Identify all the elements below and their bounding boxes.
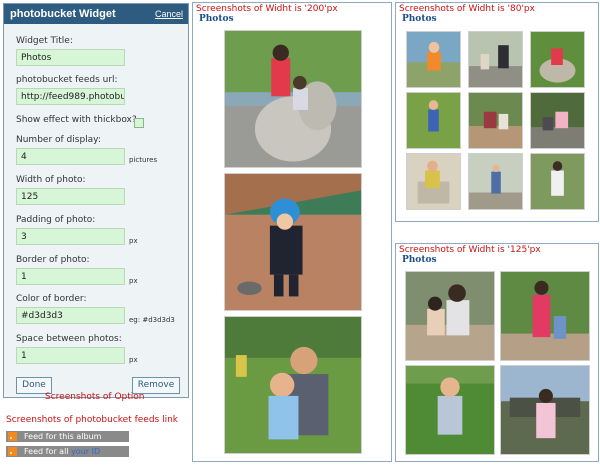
photo-125-1[interactable] <box>405 271 495 361</box>
widget-title: photobucket Widget <box>10 8 116 20</box>
feeds-url-label: photobucket feeds url: <box>16 75 118 85</box>
photo-80-2[interactable] <box>468 31 523 88</box>
panel-80-heading: Photos <box>402 14 437 24</box>
panel-200px: Screenshots of Widht is '200'px Photos <box>192 2 392 462</box>
feeds-caption: Screenshots of photobucket feeds link <box>6 415 179 425</box>
panel-125-caption: Screenshots of Widht is '125'px <box>399 245 541 255</box>
space-photos-input[interactable]: 1 <box>16 347 125 364</box>
thickbox-checkbox[interactable] <box>134 118 144 128</box>
width-photo-label: Width of photo: <box>16 175 86 185</box>
widget-title-label: Widget Title: <box>16 36 73 46</box>
feed-content-suffix: content <box>24 458 55 467</box>
photo-125-4[interactable] <box>500 365 590 455</box>
panel-80-caption: Screenshots of Widht is '80'px <box>399 4 535 14</box>
feed-content-label: Feed for all your ID content <box>24 446 129 468</box>
panel-200-heading: Photos <box>199 14 234 24</box>
option-caption: Screenshots of Option <box>45 392 145 402</box>
photo-200-2[interactable] <box>224 173 362 311</box>
space-photos-unit: px <box>129 356 138 364</box>
border-color-unit: eg: #d3d3d3 <box>129 316 175 324</box>
number-display-input[interactable]: 4 <box>16 148 125 165</box>
panel-125px: Screenshots of Widht is '125'px Photos <box>395 243 599 462</box>
border-photo-unit: px <box>129 277 138 285</box>
cancel-link[interactable]: Cancel <box>155 9 183 19</box>
feed-content-highlight: your ID <box>71 447 101 456</box>
widget-title-input[interactable]: Photos <box>16 49 125 66</box>
feed-content-link[interactable]: Feed for all your ID content <box>6 446 129 467</box>
photo-80-1[interactable] <box>406 31 461 88</box>
feed-album-label: Feed for this album <box>24 432 102 441</box>
photo-80-5[interactable] <box>468 92 523 149</box>
border-color-label: Color of border: <box>16 294 87 304</box>
photo-80-4[interactable] <box>406 92 461 149</box>
photo-80-8[interactable] <box>468 153 523 210</box>
panel-200-caption: Screenshots of Widht is '200'px <box>196 4 338 14</box>
padding-photo-unit: px <box>129 237 138 245</box>
padding-photo-input[interactable]: 3 <box>16 228 125 245</box>
rss-icon <box>8 432 17 441</box>
widget-header: photobucket Widget Cancel <box>4 4 188 24</box>
panel-80px: Screenshots of Widht is '80'px Photos <box>395 2 599 222</box>
panel-125-heading: Photos <box>402 255 437 265</box>
width-photo-input[interactable]: 125 <box>16 188 125 205</box>
photo-80-6[interactable] <box>530 92 585 149</box>
photo-80-3[interactable] <box>530 31 585 88</box>
border-color-input[interactable]: #d3d3d3 <box>16 307 125 324</box>
number-display-label: Number of display: <box>16 135 101 145</box>
photo-80-7[interactable] <box>406 153 461 210</box>
border-photo-input[interactable]: 1 <box>16 268 125 285</box>
photo-80-9[interactable] <box>530 153 585 210</box>
photo-125-3[interactable] <box>405 365 495 455</box>
number-display-unit: pictures <box>129 156 158 164</box>
padding-photo-label: Padding of photo: <box>16 215 96 225</box>
feed-album-link[interactable]: Feed for this album <box>6 431 129 442</box>
rss-icon <box>8 447 17 456</box>
feed-content-prefix: Feed for all <box>24 447 72 456</box>
space-photos-label: Space between photos: <box>16 334 122 344</box>
thickbox-label: Show effect with thickbox? <box>16 115 137 125</box>
widget-options-panel: photobucket Widget Cancel Widget Title: … <box>3 3 189 402</box>
photo-125-2[interactable] <box>500 271 590 361</box>
photo-200-1[interactable] <box>224 30 362 168</box>
photo-200-3[interactable] <box>224 316 362 454</box>
feeds-url-input[interactable]: http://feed989.photobu <box>16 88 125 105</box>
border-photo-label: Border of photo: <box>16 255 90 265</box>
